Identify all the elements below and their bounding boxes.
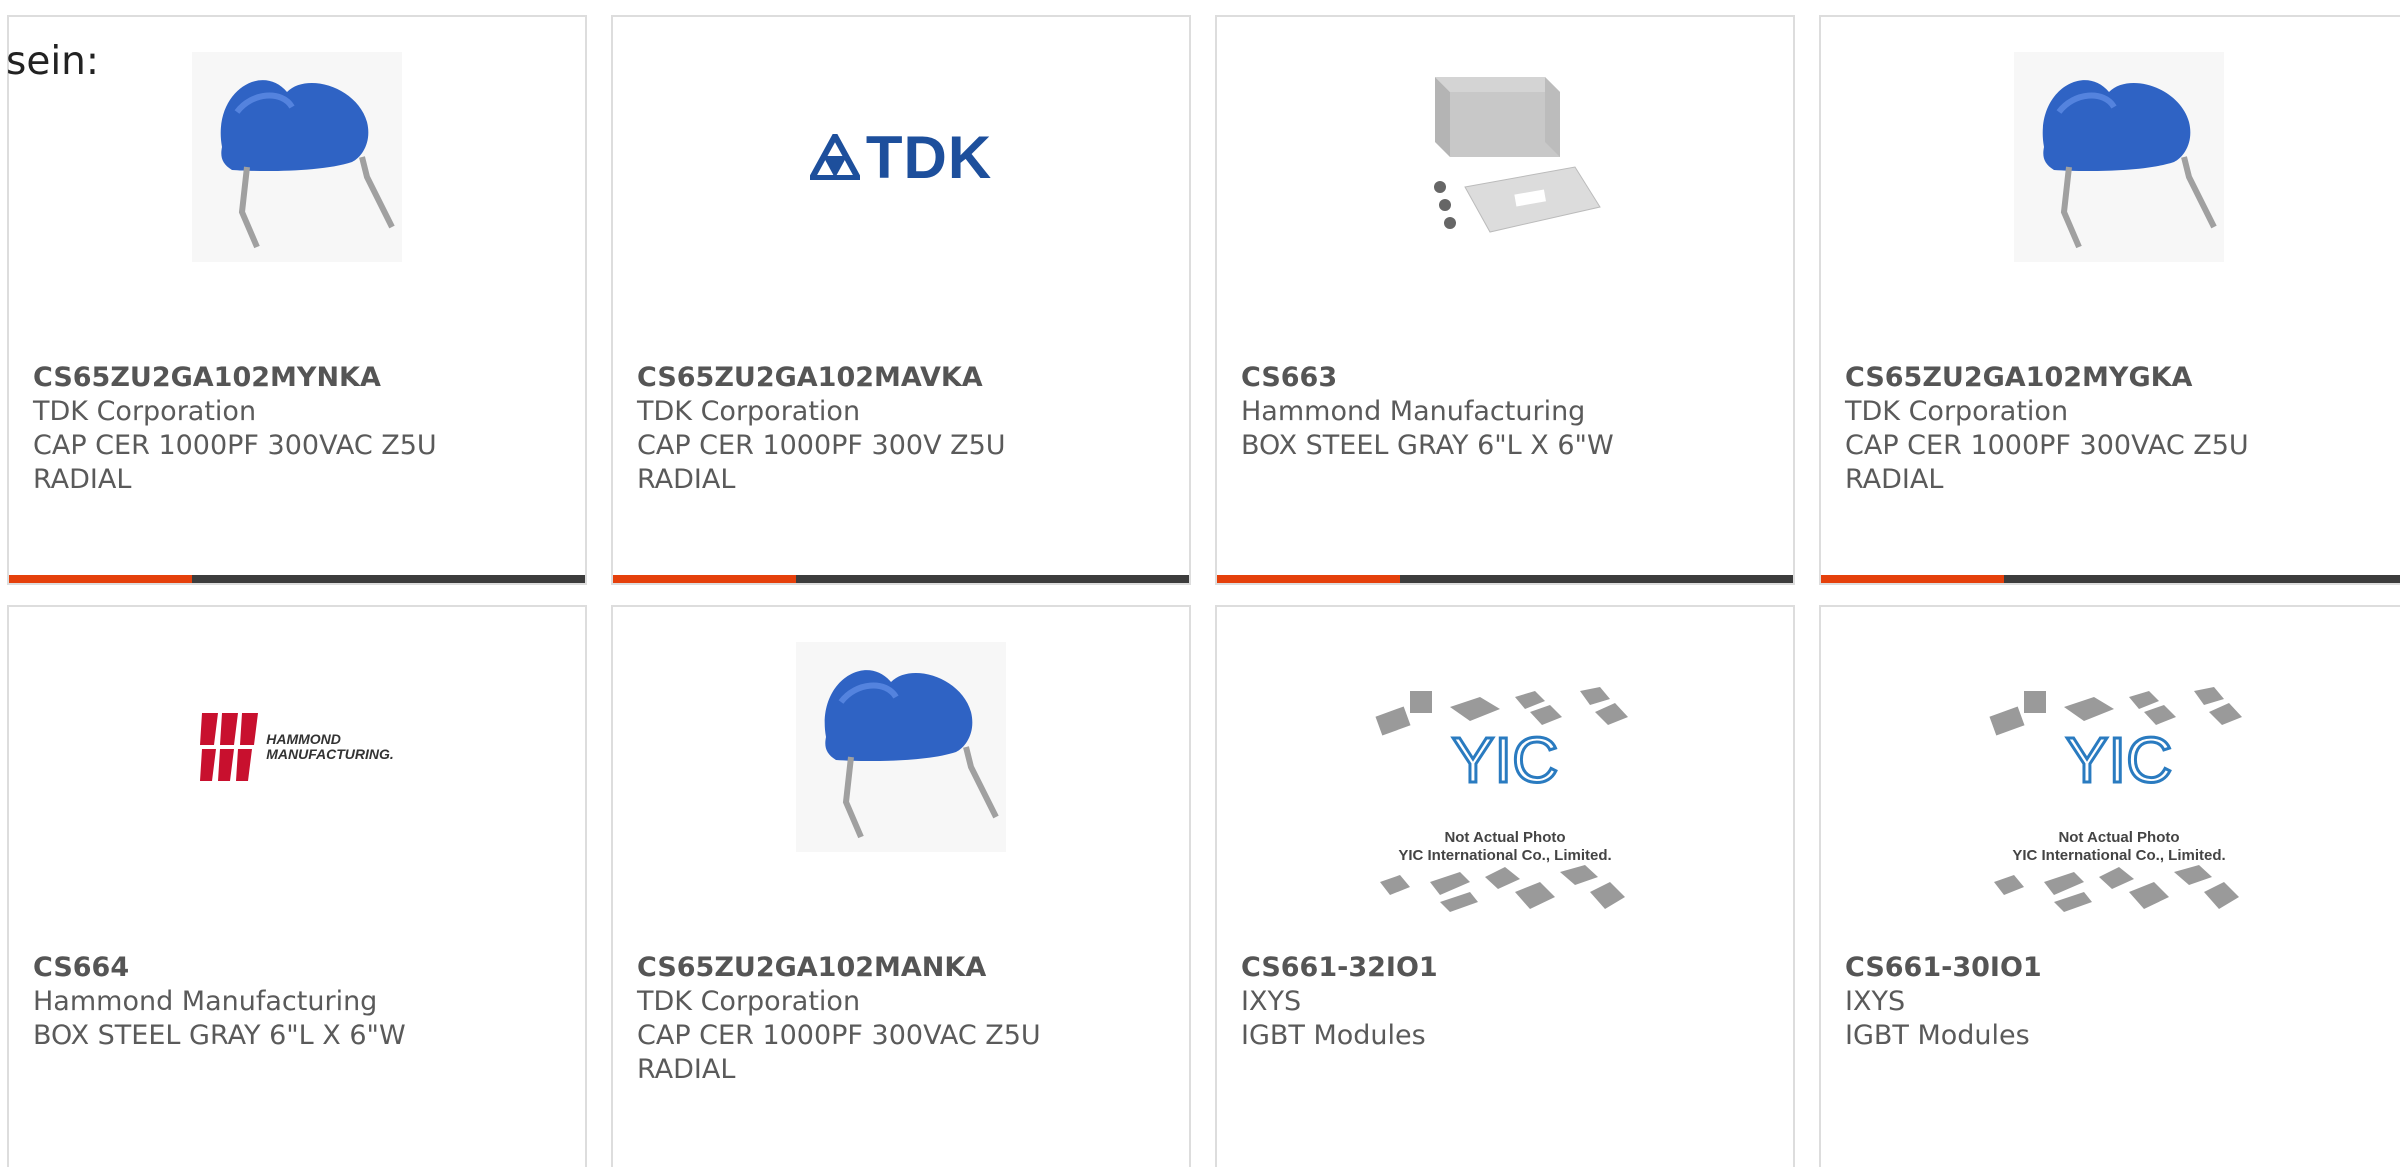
part-number[interactable]: CS663 [1241,361,1773,395]
card-accent-bar [1821,575,2400,583]
manufacturer: TDK Corporation [33,396,257,427]
product-image[interactable]: HAMMOND MANUFACTURING. [9,647,585,847]
product-image[interactable]: YIC [1821,687,2400,927]
manufacturer: TDK Corporation [1845,396,2069,427]
description: CAP CER 1000PF 300VAC Z5U [637,1020,1041,1051]
part-number[interactable]: CS65ZU2GA102MYNKA [33,361,565,395]
product-image[interactable]: YIC [1217,687,1793,927]
part-number[interactable]: CS65ZU2GA102MYGKA [1845,361,2397,395]
capacitor-image [2014,52,2224,262]
description-line-2: RADIAL [637,464,736,495]
description: CAP CER 1000PF 300VAC Z5U [33,430,437,461]
product-card[interactable]: CS65ZU2GA102MYNKA TDK Corporation CAP CE… [7,15,587,585]
description: IGBT Modules [1241,1020,1426,1051]
part-number[interactable]: CS661-32IO1 [1241,951,1773,985]
placeholder-caption-1: Not Actual Photo [1444,829,1566,846]
intro-text: sein: [6,39,100,84]
yic-placeholder-image: YIC [1375,687,1628,912]
description: CAP CER 1000PF 300V Z5U [637,430,1006,461]
product-card[interactable]: CS65ZU2GA102MANKA TDK Corporation CAP CE… [611,605,1191,1167]
description-line-2: RADIAL [637,1054,736,1085]
steel-box-image [1434,77,1601,233]
description: IGBT Modules [1845,1020,2030,1051]
product-card[interactable]: YIC CS661-30IO1 IXYS IGBT Modules Not Ac… [1819,605,2400,1167]
product-card[interactable]: CS65ZU2GA102MYGKA TDK Corporation CAP CE… [1819,15,2400,585]
svg-text:YIC: YIC [2066,724,2173,796]
placeholder-caption-1: Not Actual Photo [2058,829,2180,846]
product-card[interactable]: YIC CS661-32IO1 IXYS IGBT Modules Not Ac… [1215,605,1795,1167]
manufacturer: TDK Corporation [637,396,861,427]
product-image[interactable]: TDK [613,57,1189,257]
hammond-logo-line-2: MANUFACTURING. [266,746,394,762]
card-accent-bar [1217,575,1793,583]
part-number[interactable]: CS65ZU2GA102MAVKA [637,361,1169,395]
description-line-2: RADIAL [1845,464,1944,495]
svg-text:YIC: YIC [1452,724,1559,796]
part-number[interactable]: CS65ZU2GA102MANKA [637,951,1169,985]
tdk-logo: TDK [809,123,993,192]
product-image[interactable] [9,52,585,262]
product-image[interactable] [613,642,1189,852]
product-card[interactable]: CS663 Hammond Manufacturing BOX STEEL GR… [1215,15,1795,585]
card-accent-bar [613,575,1189,583]
capacitor-image [192,52,402,262]
tdk-emblem-icon [809,134,860,180]
product-image[interactable] [1217,57,1793,257]
placeholder-caption-2: YIC International Co., Limited. [2012,847,2226,864]
part-number[interactable]: CS664 [33,951,565,985]
product-image[interactable] [1821,52,2400,262]
manufacturer: IXYS [1845,986,1906,1017]
hammond-emblem-icon [200,713,259,781]
manufacturer: Hammond Manufacturing [33,986,378,1017]
product-grid-page: sein: CS65ZU2GA102MYNKA TDK Corporation … [0,0,2400,1167]
product-card[interactable]: HAMMOND MANUFACTURING. CS664 Hammond Man… [7,605,587,1167]
product-card[interactable]: TDK CS65ZU2GA102MAVKA TDK Corporation CA… [611,15,1191,585]
part-number[interactable]: CS661-30IO1 [1845,951,2397,985]
description-line-2: RADIAL [33,464,132,495]
card-accent-bar [9,575,585,583]
tdk-logo-text: TDK [865,123,993,191]
placeholder-caption-2: YIC International Co., Limited. [1398,847,1612,864]
hammond-logo-line-1: HAMMOND [266,731,341,747]
manufacturer: IXYS [1241,986,1302,1017]
capacitor-image [796,642,1006,852]
description: BOX STEEL GRAY 6"L X 6"W [1241,430,1614,461]
hammond-logo: HAMMOND MANUFACTURING. [200,711,394,783]
description: BOX STEEL GRAY 6"L X 6"W [33,1020,406,1051]
description: CAP CER 1000PF 300VAC Z5U [1845,430,2249,461]
manufacturer: Hammond Manufacturing [1241,396,1586,427]
yic-placeholder-image: YIC [1989,687,2242,912]
manufacturer: TDK Corporation [637,986,861,1017]
